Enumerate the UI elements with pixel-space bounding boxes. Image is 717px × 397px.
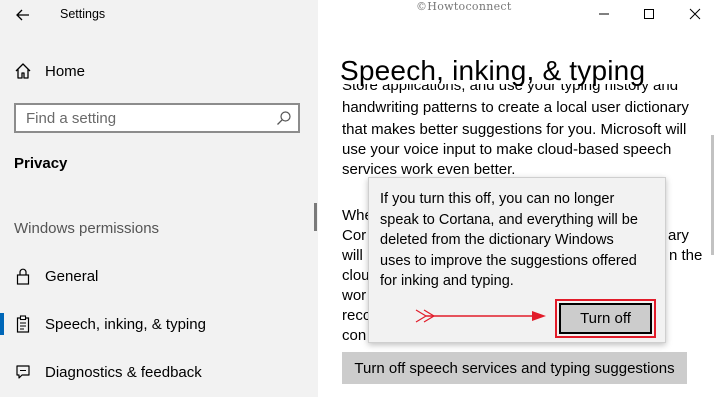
category-heading: Privacy	[14, 155, 68, 172]
paragraph-line: use your voice input to make cloud-based…	[342, 141, 672, 158]
description-paragraph: Store applications, and use your typing …	[340, 84, 710, 180]
flyout-line: for inking and typing.	[380, 273, 514, 289]
clipboard-icon	[13, 314, 33, 334]
paragraph-fragment: con	[342, 327, 367, 344]
sidebar-item-label: Diagnostics & feedback	[45, 363, 202, 381]
sidebar-item-label: General	[45, 267, 99, 285]
sidebar-item-label: Speech, inking, & typing	[45, 315, 206, 333]
feedback-icon	[13, 362, 33, 382]
flyout-line: speak to Cortana, and everything will be	[380, 211, 638, 228]
search-placeholder: Find a setting	[26, 110, 117, 127]
flyout-line: If you turn this off, you can no longer	[380, 191, 615, 207]
content-scrollbar[interactable]	[711, 135, 714, 255]
turn-off-speech-services-button[interactable]: Turn off speech services and typing sugg…	[342, 352, 687, 384]
maximize-icon	[644, 9, 654, 19]
flyout-line: deleted from the dictionary Windows	[380, 232, 614, 248]
paragraph-fragment: clou	[342, 267, 370, 284]
sidebar-item-general[interactable]: General	[0, 261, 318, 291]
flyout-line: uses to improve the suggestions offered	[380, 252, 637, 269]
annotation-arrow-icon	[415, 309, 546, 323]
search-icon[interactable]	[276, 110, 292, 126]
section-heading: Windows permissions	[14, 220, 160, 237]
search-input[interactable]: Find a setting	[14, 103, 300, 133]
flyout-message: If you turn this off, you can no longer …	[380, 189, 638, 292]
minimize-button[interactable]	[594, 4, 614, 24]
sidebar-item-label: Home	[45, 62, 86, 80]
sidebar-item-diagnostics-feedback[interactable]: Diagnostics & feedback	[0, 357, 318, 387]
sidebar-scrollbar[interactable]	[314, 203, 317, 231]
page-title: Speech, inking, & typing	[340, 55, 646, 86]
paragraph-fragment: reco	[342, 307, 372, 324]
paragraph-fragment: Cor	[342, 227, 367, 244]
paragraph-fragment: will	[342, 247, 363, 264]
sidebar-item-home[interactable]: Home	[0, 56, 318, 86]
maximize-button[interactable]	[639, 4, 659, 24]
close-button[interactable]	[685, 4, 705, 24]
lock-icon	[13, 266, 33, 286]
paragraph-line-clipped: Store applications, and use your typing …	[342, 84, 679, 94]
minimize-icon	[599, 13, 609, 15]
close-icon	[689, 8, 701, 20]
back-arrow-icon	[16, 9, 29, 21]
paragraph-fragment: wor	[342, 287, 367, 304]
back-button[interactable]	[10, 2, 36, 28]
watermark: ©Howtoconnect	[416, 0, 512, 13]
sidebar-item-speech-inking-typing[interactable]: Speech, inking, & typing	[0, 309, 318, 339]
paragraph-line: handwriting patterns to create a local u…	[342, 99, 689, 116]
settings-sidebar: Settings Home Find a setting Privacy Win…	[0, 0, 318, 397]
paragraph-fragment: n the	[669, 247, 703, 264]
paragraph-line: that makes better suggestions for you. M…	[342, 121, 687, 138]
home-icon	[13, 61, 33, 81]
turn-off-button[interactable]: Turn off	[559, 303, 652, 334]
app-title: Settings	[60, 7, 106, 21]
paragraph-fragment: ary	[668, 227, 689, 244]
